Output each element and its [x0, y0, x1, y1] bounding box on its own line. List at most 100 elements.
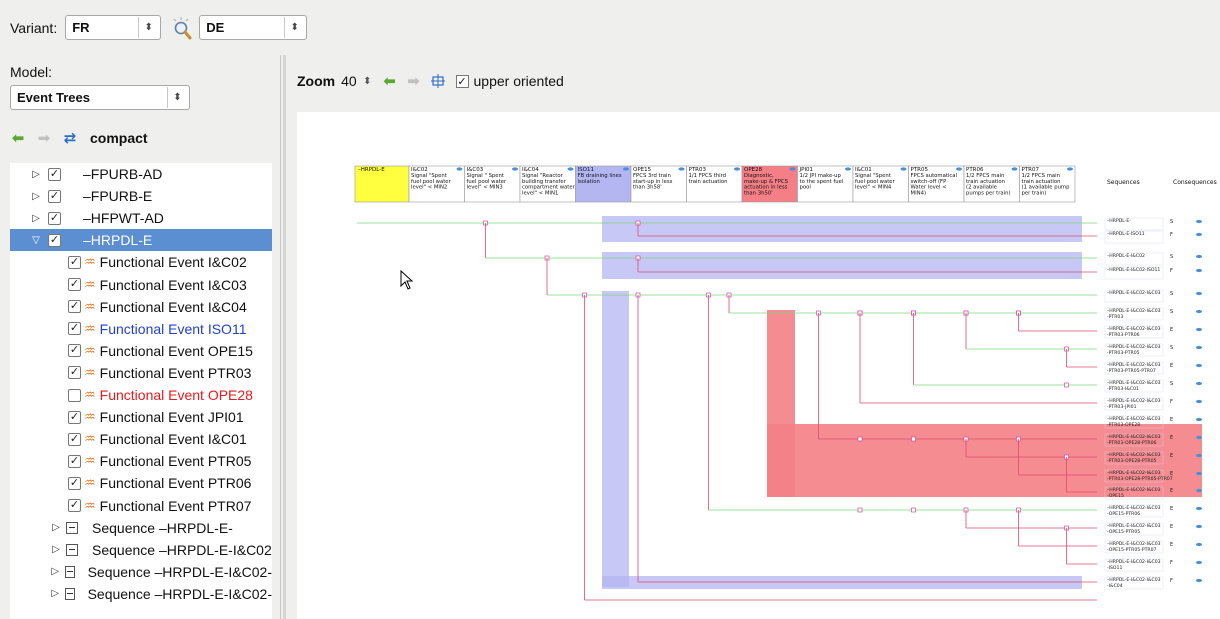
tree-item-event-tree[interactable]: ▷ ✓ –FPURB-E	[10, 185, 272, 207]
collapsed-triangle-icon[interactable]: ▷	[30, 213, 42, 224]
tree-checkbox[interactable]: ✓	[68, 322, 81, 336]
tree-checkbox[interactable]	[68, 388, 81, 402]
tree-item-label: Functional Event JPI01	[99, 409, 244, 426]
tree-item-functional-event[interactable]: ✓ ♒ Functional Event I&C03	[10, 274, 272, 296]
tree-toolbar: ⬅ ➡ ⇄ compact	[10, 120, 148, 155]
tree-checkbox[interactable]: ✓	[68, 300, 81, 314]
tree-item-sequence[interactable]: ▷ Sequence –HRPDL-E-I&C02	[10, 539, 272, 561]
tree-item-functional-event[interactable]: ✓ ♒ Functional Event PTR06	[10, 472, 272, 494]
eye-icon	[1196, 268, 1202, 273]
eye-icon	[1196, 291, 1202, 296]
sequences-header: Sequences	[1107, 179, 1140, 186]
consequence: F	[1170, 232, 1173, 238]
tree-item-sequence[interactable]: ▷ Sequence –HRPDL-E-I&C02-	[10, 561, 272, 583]
header-description: level" < MIN2	[411, 185, 447, 191]
upper-oriented-checkbox[interactable]: ✓	[455, 74, 469, 88]
consequence: S	[1170, 254, 1173, 260]
collapsed-triangle-icon[interactable]: ▷	[50, 522, 62, 533]
sequence-name: –HRPDL-E-I&C02-I&C03	[1107, 308, 1161, 314]
tree-item-functional-event[interactable]: ✓ ♒ Functional Event OPE15	[10, 340, 272, 362]
tree-item-label: Functional Event I&C04	[99, 298, 247, 315]
collapsed-triangle-icon[interactable]: ▷	[30, 169, 42, 180]
tree-checkbox[interactable]: ✓	[68, 255, 81, 269]
tree-item-event-tree[interactable]: ▷ ✓ –FPURB-AD	[10, 163, 272, 185]
tree-checkbox[interactable]: ✓	[68, 476, 81, 490]
tree-checkbox[interactable]: ✓	[48, 233, 61, 247]
back-arrow-icon[interactable]: ⬅	[382, 73, 398, 90]
tree-checkbox[interactable]: ✓	[48, 189, 61, 203]
tree-item-functional-event[interactable]: ✓ ♒ Functional Event I&C04	[10, 296, 272, 318]
tree-item-label: Functional Event PTR07	[99, 497, 252, 514]
consequence: E	[1170, 506, 1173, 512]
tree-item-event-tree[interactable]: ▽ ✓ –HRPDL-E	[10, 229, 272, 252]
tree-checkbox[interactable]: ✓	[68, 499, 81, 512]
forward-arrow-icon[interactable]: ➡	[36, 130, 52, 147]
eye-icon	[1196, 232, 1202, 237]
model-label: Model:	[10, 64, 53, 80]
event-tree-canvas[interactable]: –HRPDL-E I&C02 Signal "Spent fuel pool wate…	[297, 112, 1220, 619]
consequence: S	[1170, 219, 1173, 225]
header-description: train actuation	[689, 179, 728, 185]
panel-splitter[interactable]	[283, 55, 286, 619]
iso11-band	[602, 216, 1082, 242]
eye-icon	[845, 167, 851, 171]
tree-item-functional-event[interactable]: ✓ ♒ Functional Event PTR07	[10, 495, 272, 517]
eye-icon	[1196, 417, 1202, 422]
refresh-icon[interactable]: ⇄	[62, 130, 78, 147]
tree-item-functional-event[interactable]: ✓ ♒ Functional Event JPI01	[10, 406, 272, 428]
magnifier-icon[interactable]	[171, 16, 193, 40]
tree-item-sequence[interactable]: ▷ Sequence –HRPDL-E-I&C02-	[10, 583, 272, 605]
tree-item-sequence[interactable]: ▷ Sequence –HRPDL-E-	[10, 517, 272, 539]
compact-button[interactable]: compact	[90, 130, 148, 146]
tree-item-functional-event[interactable]: ✓ ♒ Functional Event I&C02	[10, 251, 272, 273]
expanded-triangle-icon[interactable]: ▽	[30, 235, 42, 246]
consequence: F	[1170, 399, 1173, 405]
tree-checkbox[interactable]: ✓	[68, 366, 81, 380]
chevron-updown-icon: ⬍	[138, 17, 158, 38]
sequence-name-cont: -I&C04	[1107, 583, 1123, 589]
sequence-name-cont: -PTR03	[1107, 314, 1123, 320]
functional-event-icon: ♒	[84, 276, 96, 292]
variant-b-select[interactable]: DE ⬍	[199, 15, 308, 40]
collapsed-triangle-icon[interactable]: ▷	[50, 566, 61, 577]
tree-checkbox[interactable]: ✓	[48, 167, 61, 181]
chevron-updown-icon: ⬍	[284, 17, 304, 38]
tree-item-functional-event[interactable]: ✓ ♒ Functional Event PTR03	[10, 362, 272, 384]
back-arrow-icon[interactable]: ⬅	[10, 130, 26, 147]
tree-item-functional-event[interactable]: ✓ ♒ Functional Event PTR05	[10, 450, 272, 472]
zoom-spinner[interactable]: 40 ⬍	[341, 73, 371, 89]
functional-event-icon: ♒	[84, 254, 96, 270]
tree-item-label: Functional Event PTR05	[99, 453, 252, 470]
model-select[interactable]: Event Trees ⬍	[10, 85, 190, 110]
tree-checkbox[interactable]: ✓	[68, 344, 81, 358]
collapsed-triangle-icon[interactable]: ▷	[50, 588, 61, 599]
fit-view-icon[interactable]	[430, 73, 446, 89]
tree-checkbox[interactable]: ✓	[68, 454, 81, 468]
sequence-name-cont: -PTR03-PTR06	[1107, 332, 1140, 338]
forward-arrow-icon[interactable]: ➡	[406, 73, 422, 90]
tree-item-functional-event[interactable]: ✓ ♒ Functional Event I&C01	[10, 428, 272, 450]
tree-checkbox[interactable]: ✓	[68, 432, 81, 446]
tree-checkbox[interactable]: ✓	[68, 410, 81, 424]
header-description: level" < MIN3	[467, 185, 503, 191]
tree-checkbox[interactable]: ✓	[68, 278, 81, 291]
tree-item-functional-event[interactable]: ✓ ♒ Functional Event ISO11	[10, 318, 272, 340]
sequence-name-cont: -OPE15-PTR05	[1107, 529, 1140, 535]
collapsed-triangle-icon[interactable]: ▷	[50, 544, 62, 555]
eye-icon	[1196, 524, 1202, 529]
sequence-name: –HRPDL-E-I&C02-I&C03	[1107, 344, 1161, 350]
tree-item-functional-event[interactable]: ♒ Functional Event OPE28	[10, 384, 272, 406]
tree-item-label: Functional Event OPE28	[99, 387, 253, 403]
tree-checkbox[interactable]: ✓	[48, 211, 61, 225]
tree-item-event-tree[interactable]: ▷ ✓ –HFPWT-AD	[10, 207, 272, 229]
variant-toolbar: Variant: FR ⬍ DE ⬍	[0, 0, 1220, 55]
consequence: S	[1170, 345, 1173, 351]
chevron-updown-icon[interactable]: ⬍	[363, 76, 371, 87]
model-value: Event Trees	[17, 90, 90, 105]
variant-a-select[interactable]: FR ⬍	[65, 15, 162, 40]
eye-icon	[1196, 381, 1202, 386]
sequence-name: –HRPDL-E-ISO11	[1107, 231, 1145, 237]
eye-icon	[789, 167, 796, 171]
sequence-name: –HRPDL-E-I&C02-I&C03	[1107, 505, 1161, 511]
collapsed-triangle-icon[interactable]: ▷	[30, 191, 42, 202]
